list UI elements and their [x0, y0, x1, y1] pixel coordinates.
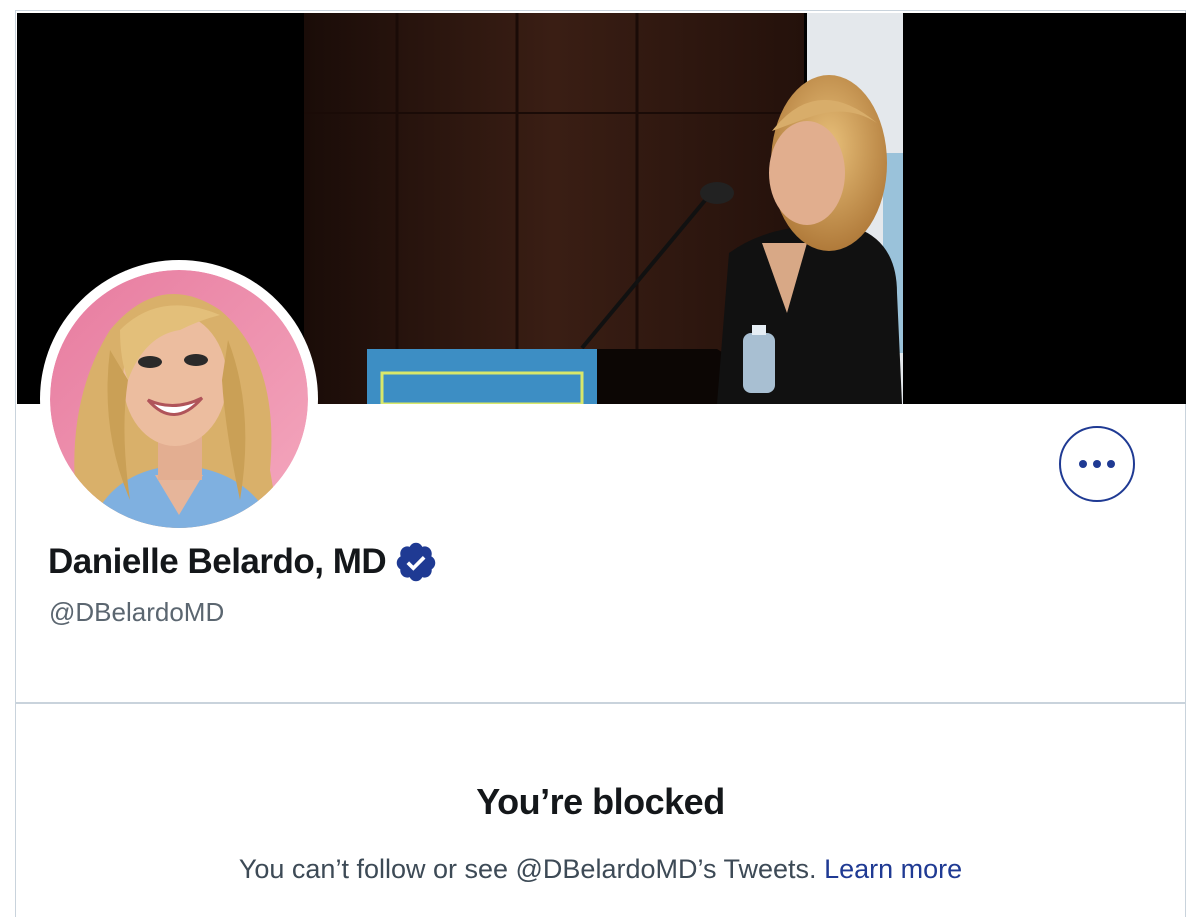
profile-display-name: Danielle Belardo, MD [48, 540, 438, 584]
more-horizontal-icon [1079, 460, 1115, 468]
display-name-text: Danielle Belardo, MD [48, 542, 387, 581]
section-divider [16, 702, 1185, 704]
profile-handle: @DBelardoMD [49, 597, 225, 627]
verified-badge-icon [396, 542, 436, 582]
blocked-message: You can’t follow or see @DBelardoMD’s Tw… [16, 854, 1185, 885]
more-options-button[interactable] [1059, 426, 1135, 502]
blocked-title: You’re blocked [476, 781, 725, 822]
learn-more-link[interactable]: Learn more [824, 854, 962, 884]
profile-card: Danielle Belardo, MD @DBelardoMD You’re … [15, 10, 1186, 917]
profile-avatar[interactable] [40, 260, 318, 538]
blocked-message-text: You can’t follow or see @DBelardoMD’s Tw… [238, 854, 817, 884]
